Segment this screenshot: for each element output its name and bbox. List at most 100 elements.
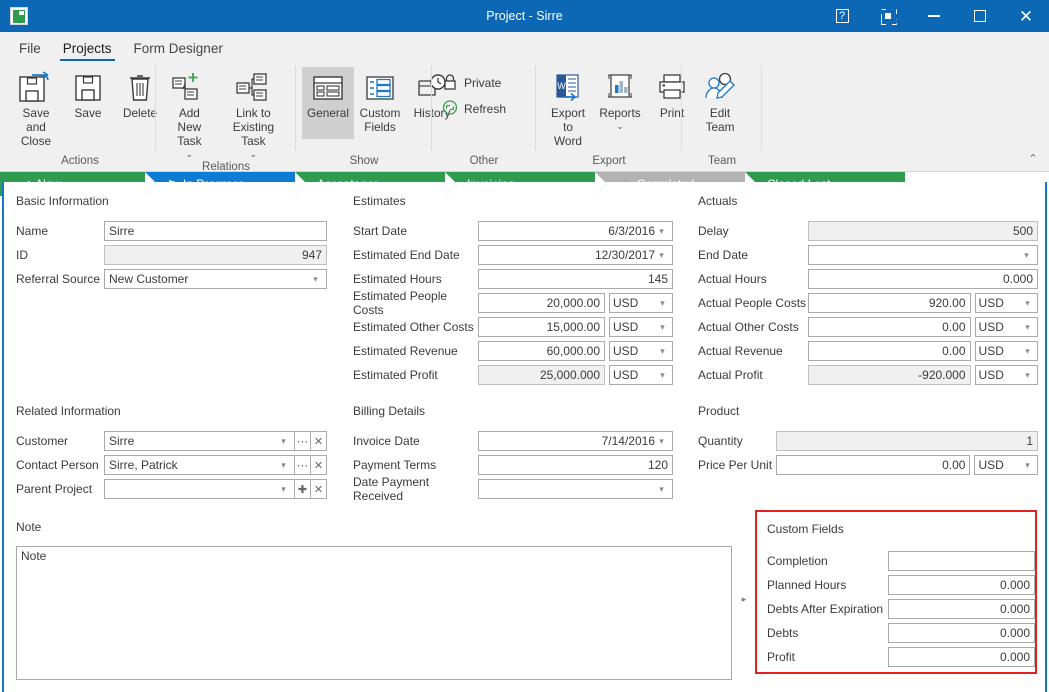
parent-project-lookup[interactable]: ▾ [104,479,295,499]
completion-input[interactable] [888,551,1035,571]
actual-other-costs-currency[interactable]: USD ▾ [974,317,1038,337]
start-date-input[interactable]: 6/3/2016 ▾ [478,221,673,241]
estimated-revenue-input[interactable]: 60,000.00 [478,341,605,361]
price-per-unit-input[interactable]: 0.00 [776,455,971,475]
actual-revenue-input[interactable]: 0.00 [808,341,971,361]
chevron-down-icon[interactable]: ▾ [277,460,290,471]
name-input[interactable]: Sirre [104,221,327,241]
general-button[interactable]: General [302,67,354,139]
save-button[interactable]: Save [62,67,114,123]
field-actual-profit-row: Actual Profit -920.000 USD ▾ [698,365,1038,385]
minimize-button[interactable] [911,0,957,32]
contact-person-clear-button[interactable]: ✕ [311,455,327,475]
chevron-down-icon[interactable]: ▾ [655,436,668,447]
chevron-down-icon[interactable]: ⌄ [250,149,258,160]
tab-form-designer[interactable]: Form Designer [123,37,234,61]
custom-fields-button[interactable]: Custom Fields [354,67,406,137]
field-referral-source-label: Referral Source [16,272,101,286]
customer-lookup[interactable]: Sirre ▾ [104,431,295,451]
estimated-people-costs-currency[interactable]: USD ▾ [609,293,673,313]
save-and-close-button[interactable]: Save and Close [10,67,62,151]
export-to-word-button[interactable]: W Export to Word [542,67,594,151]
tab-file[interactable]: File [8,37,52,61]
chevron-down-icon[interactable]: ▾ [656,298,669,309]
actual-people-costs-currency[interactable]: USD ▾ [974,293,1038,313]
chevron-down-icon[interactable]: ▾ [655,484,668,495]
tab-projects[interactable]: Projects [52,37,123,61]
help-button[interactable]: ? [819,0,865,32]
actual-revenue-value: 0.00 [942,344,966,358]
note-textarea[interactable] [16,546,732,680]
quantity-value: 1 [1026,434,1033,448]
chevron-down-icon[interactable]: ⌄ [616,121,624,132]
chevron-down-icon[interactable]: ▾ [656,322,669,333]
actual-hours-input[interactable]: 0.000 [808,269,1038,289]
estimated-people-costs-input[interactable]: 20,000.00 [478,293,605,313]
estimated-end-date-input[interactable]: 12/30/2017 ▾ [478,245,673,265]
actual-profit-currency[interactable]: USD ▾ [974,365,1038,385]
customer-clear-button[interactable]: ✕ [311,431,327,451]
debts-after-expiration-input[interactable]: 0.000 [888,599,1035,619]
refresh-label: Refresh [464,102,507,116]
price-per-unit-currency[interactable]: USD ▾ [974,455,1038,475]
invoice-date-value: 7/14/2016 [601,434,655,448]
chevron-down-icon[interactable]: ▾ [277,436,290,447]
ribbon-group-export: W Export to Word Reports ⌄ Print Export [536,61,685,171]
chevron-down-icon[interactable]: ▾ [656,346,669,357]
estimated-revenue-currency[interactable]: USD ▾ [609,341,673,361]
estimated-profit-currency[interactable]: USD ▾ [609,365,673,385]
referral-source-dropdown[interactable]: New Customer ▾ [104,269,327,289]
add-new-task-button[interactable]: Add New Task ⌄ [162,67,217,161]
custom-fields-expander[interactable]: ▸ [739,594,749,605]
actual-people-costs-value: 920.00 [928,296,966,310]
planned-hours-input[interactable]: 0.000 [888,575,1035,595]
ribbon-collapse-button[interactable]: ⌃ [1023,149,1043,167]
close-button[interactable]: ✕ [1003,0,1049,32]
parent-project-add-button[interactable]: ✚ [295,479,311,499]
private-button[interactable]: Private [438,70,509,96]
restore-down-button[interactable] [865,0,911,32]
profit-input[interactable]: 0.000 [888,647,1035,667]
chevron-down-icon[interactable]: ▾ [656,370,669,381]
chevron-down-icon[interactable]: ▾ [655,226,668,237]
actual-other-costs-input[interactable]: 0.00 [808,317,971,337]
field-contact-person-row: Contact Person Sirre, Patrick ▾ ⋯ ✕ [16,455,338,475]
date-payment-received-input[interactable]: ▾ [478,479,673,499]
referral-source-value: New Customer [109,272,189,286]
contact-person-lookup[interactable]: Sirre, Patrick ▾ [104,455,295,475]
edit-team-button[interactable]: Edit Team [688,67,752,137]
invoice-date-input[interactable]: 7/14/2016 ▾ [478,431,673,451]
link-to-existing-task-button[interactable]: Link to Existing Task ⌄ [217,67,290,161]
save-icon [73,69,103,107]
customer-ellipsis-button[interactable]: ⋯ [295,431,311,451]
chevron-down-icon[interactable]: ⌄ [186,149,194,160]
field-estimated-hours-label: Estimated Hours [353,272,442,286]
maximize-button[interactable] [957,0,1003,32]
parent-project-clear-button[interactable]: ✕ [311,479,327,499]
chevron-down-icon[interactable]: ▾ [1021,346,1034,357]
contact-person-ellipsis-button[interactable]: ⋯ [295,455,311,475]
chevron-down-icon[interactable]: ▾ [277,484,290,495]
chevron-down-icon[interactable]: ▾ [309,274,322,285]
estimated-other-costs-input[interactable]: 15,000.00 [478,317,605,337]
estimated-hours-input[interactable]: 145 [478,269,673,289]
field-invoice-date-label: Invoice Date [353,434,420,448]
ribbon-group-title-show: Show [349,155,379,167]
field-debts-after-expiration-row: Debts After Expiration 0.000 [767,599,1035,619]
actual-people-costs-input[interactable]: 920.00 [808,293,971,313]
end-date-input[interactable]: ▾ [808,245,1038,265]
refresh-button[interactable]: Refresh [438,96,514,122]
actual-revenue-currency[interactable]: USD ▾ [974,341,1038,361]
basic-information-title: Basic Information [16,194,109,208]
estimated-other-costs-currency[interactable]: USD ▾ [609,317,673,337]
debts-input[interactable]: 0.000 [888,623,1035,643]
chevron-down-icon[interactable]: ▾ [1021,370,1034,381]
chevron-down-icon[interactable]: ▾ [655,250,668,261]
payment-terms-input[interactable]: 120 [478,455,673,475]
field-id-row: ID 947 [16,245,338,265]
reports-button[interactable]: Reports ⌄ [594,67,646,134]
chevron-down-icon[interactable]: ▾ [1021,460,1034,471]
chevron-down-icon[interactable]: ▾ [1021,298,1034,309]
chevron-down-icon[interactable]: ▾ [1020,250,1033,261]
chevron-down-icon[interactable]: ▾ [1021,322,1034,333]
